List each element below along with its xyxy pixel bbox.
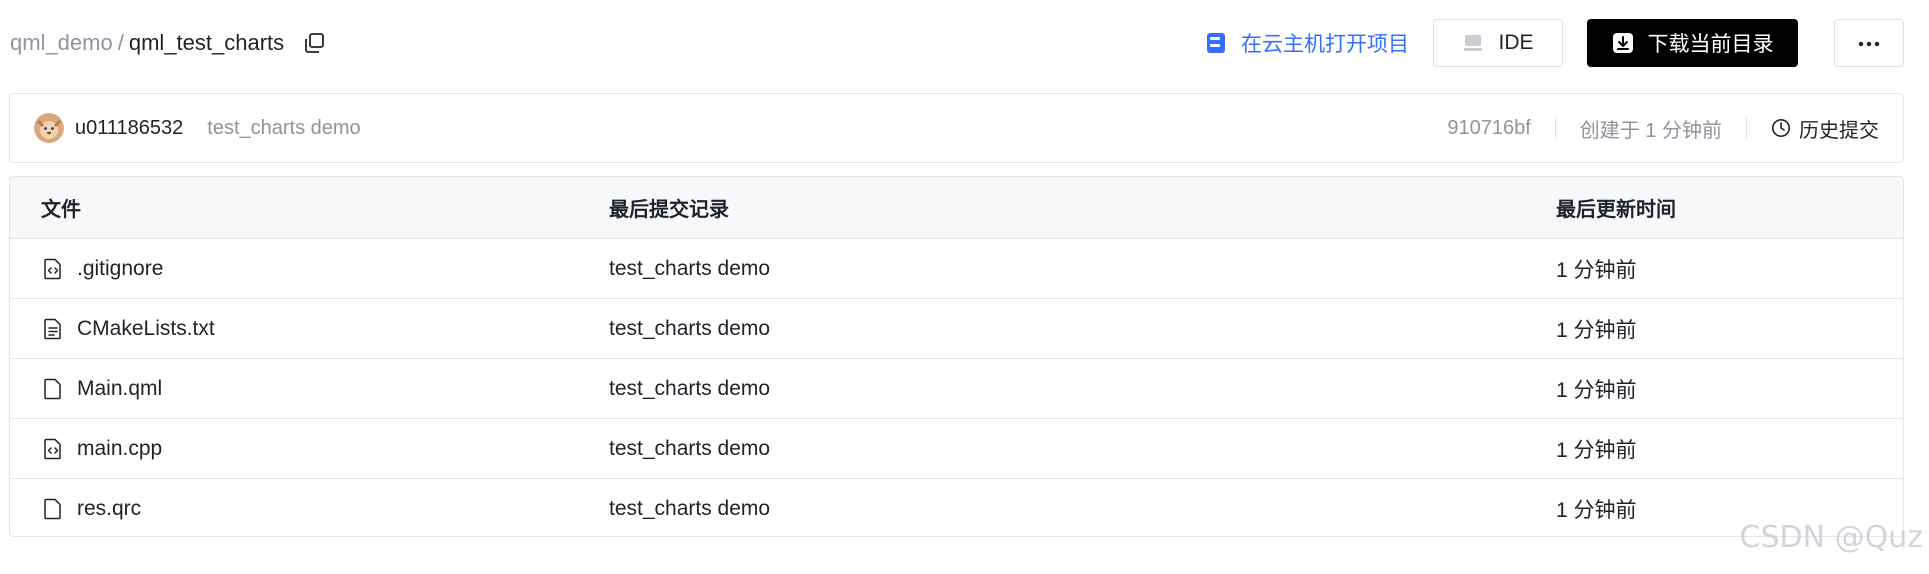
header-file: 文件 bbox=[41, 199, 81, 221]
repo-file-browser: qml_demo / qml_test_charts 在云主机打开项目 IDE … bbox=[0, 0, 1929, 574]
download-directory-button[interactable]: 下载当前目录 bbox=[1587, 19, 1798, 67]
file-last-updated: 1 分钟前 bbox=[1556, 258, 1637, 282]
file-name-cell: main.cpp bbox=[43, 437, 162, 461]
file-name-link[interactable]: Main.qml bbox=[77, 377, 162, 401]
avatar[interactable] bbox=[34, 113, 64, 143]
breadcrumb-current: qml_test_charts bbox=[128, 30, 285, 55]
file-name-link[interactable]: .gitignore bbox=[77, 257, 163, 281]
file-table: 文件 最后提交记录 最后更新时间 .gitignore test_charts … bbox=[9, 176, 1904, 537]
open-in-cloud-host-link[interactable]: 在云主机打开项目 bbox=[1205, 28, 1409, 58]
file-last-updated: 1 分钟前 bbox=[1556, 498, 1637, 522]
table-row: Main.qml test_charts demo 1 分钟前 bbox=[10, 359, 1903, 419]
monitor-icon bbox=[1462, 32, 1484, 54]
file-name-cell: .gitignore bbox=[43, 257, 163, 281]
breadcrumb-separator: / bbox=[117, 30, 124, 55]
cloud-host-icon bbox=[1205, 31, 1229, 55]
copy-icon[interactable] bbox=[302, 31, 326, 55]
table-header: 文件 最后提交记录 最后更新时间 bbox=[10, 177, 1903, 239]
more-options-button[interactable] bbox=[1834, 19, 1904, 67]
file-last-commit-link[interactable]: test_charts demo bbox=[609, 317, 770, 341]
watermark: CSDN @Quz bbox=[1739, 520, 1923, 555]
commit-created-time: 创建于 1 分钟前 bbox=[1579, 119, 1722, 142]
divider bbox=[1554, 117, 1556, 139]
commit-hash[interactable]: 910716bf bbox=[1447, 117, 1530, 140]
code-file-icon bbox=[43, 258, 63, 280]
file-last-commit-link[interactable]: test_charts demo bbox=[609, 377, 770, 401]
header-last-updated: 最后更新时间 bbox=[1556, 199, 1676, 221]
open-in-cloud-host-label: 在云主机打开项目 bbox=[1241, 33, 1409, 56]
ide-button[interactable]: IDE bbox=[1433, 19, 1563, 67]
table-row: res.qrc test_charts demo 1 分钟前 bbox=[10, 479, 1903, 536]
file-last-commit-link[interactable]: test_charts demo bbox=[609, 497, 770, 521]
table-row: main.cpp test_charts demo 1 分钟前 bbox=[10, 419, 1903, 479]
file-name-link[interactable]: main.cpp bbox=[77, 437, 162, 461]
more-icon bbox=[1858, 34, 1880, 52]
download-icon bbox=[1612, 32, 1634, 54]
text-file-icon bbox=[43, 318, 63, 340]
file-icon bbox=[43, 378, 63, 400]
table-row: CMakeLists.txt test_charts demo 1 分钟前 bbox=[10, 299, 1903, 359]
file-name-link[interactable]: CMakeLists.txt bbox=[77, 317, 215, 341]
file-name-link[interactable]: res.qrc bbox=[77, 497, 141, 521]
download-directory-label: 下载当前目录 bbox=[1647, 33, 1774, 56]
file-name-cell: CMakeLists.txt bbox=[43, 317, 215, 341]
file-name-cell: res.qrc bbox=[43, 497, 141, 521]
code-file-icon bbox=[43, 438, 63, 460]
file-last-updated: 1 分钟前 bbox=[1556, 438, 1637, 462]
header-last-commit: 最后提交记录 bbox=[609, 199, 729, 221]
commit-message[interactable]: test_charts demo bbox=[207, 117, 360, 140]
top-bar: qml_demo / qml_test_charts 在云主机打开项目 IDE … bbox=[10, 18, 1904, 68]
latest-commit-bar: u011186532 test_charts demo 910716bf 创建于… bbox=[9, 93, 1904, 163]
file-icon bbox=[43, 498, 63, 520]
breadcrumb: qml_demo / qml_test_charts bbox=[10, 18, 326, 68]
clock-icon bbox=[1771, 118, 1791, 138]
commit-author[interactable]: u011186532 bbox=[75, 117, 183, 140]
table-row: .gitignore test_charts demo 1 分钟前 bbox=[10, 239, 1903, 299]
breadcrumb-parent-link[interactable]: qml_demo bbox=[10, 30, 113, 56]
file-last-updated: 1 分钟前 bbox=[1556, 318, 1637, 342]
ide-button-label: IDE bbox=[1498, 31, 1534, 54]
file-last-commit-link[interactable]: test_charts demo bbox=[609, 437, 770, 461]
history-commits-label: 历史提交 bbox=[1799, 119, 1879, 142]
divider bbox=[1746, 117, 1747, 139]
history-commits-link[interactable]: 历史提交 bbox=[1771, 114, 1879, 143]
file-last-commit-link[interactable]: test_charts demo bbox=[609, 257, 770, 281]
file-name-cell: Main.qml bbox=[43, 377, 162, 401]
file-last-updated: 1 分钟前 bbox=[1556, 378, 1637, 402]
